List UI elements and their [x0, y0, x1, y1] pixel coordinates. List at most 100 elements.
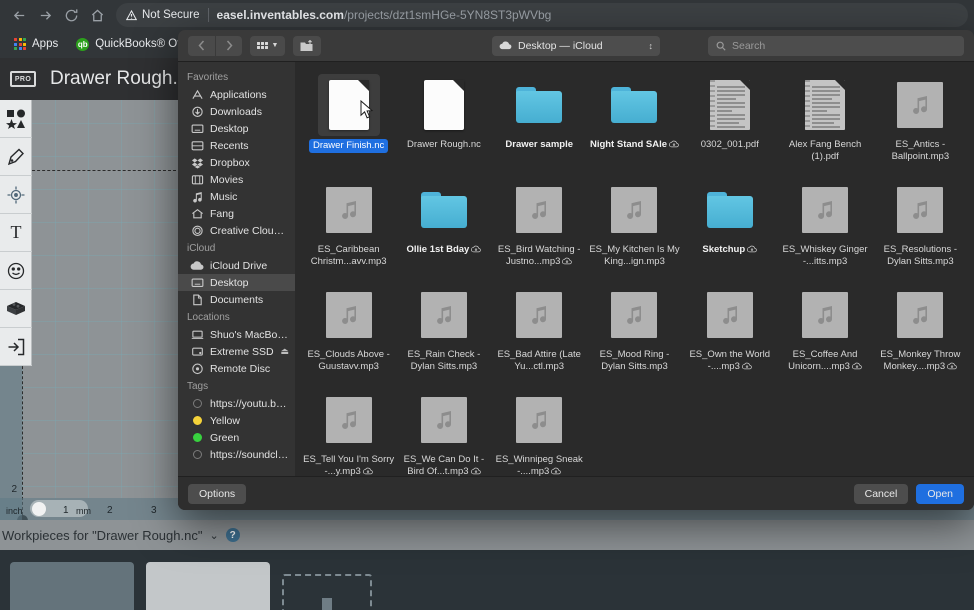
file-icon-wrapper[interactable] [413, 389, 475, 451]
file-item[interactable]: Drawer Finish.nc [301, 70, 396, 175]
file-icon-wrapper[interactable] [508, 179, 570, 241]
sidebar-item-https-soundclou[interactable]: https://soundclou [178, 446, 295, 463]
file-item[interactable]: ES_Bird Watching - Justno...mp3 [492, 175, 587, 280]
file-item[interactable]: ES_Mood Ring - Dylan Sitts.mp3 [587, 280, 682, 385]
options-button[interactable]: Options [188, 483, 247, 504]
file-item[interactable]: ES_Winnipeg Sneak -....mp3 [492, 385, 587, 476]
workpiece-thumbnail[interactable] [10, 562, 134, 610]
open-button[interactable]: Open [916, 483, 964, 504]
sidebar-item-desktop[interactable]: Desktop [178, 274, 295, 291]
view-mode-button[interactable]: ▼ [250, 35, 286, 56]
sidebar-item-creative-cloud-fil[interactable]: Creative Cloud Fil... [178, 222, 295, 239]
tool-target[interactable] [0, 176, 32, 214]
file-icon-wrapper[interactable] [603, 74, 665, 136]
tool-shapes[interactable] [0, 100, 32, 138]
sidebar-item-https-youtu-be[interactable]: https://youtu.be/... [178, 395, 295, 412]
file-icon-wrapper[interactable] [699, 179, 761, 241]
help-icon[interactable]: ? [225, 528, 240, 542]
sidebar-item-fang[interactable]: Fang [178, 205, 295, 222]
tool-3d-block[interactable] [0, 290, 32, 328]
sidebar-item-dropbox[interactable]: Dropbox [178, 154, 295, 171]
sidebar-item-movies[interactable]: Movies [178, 171, 295, 188]
file-item[interactable]: ES_Tell You I'm Sorry -...y.mp3 [301, 385, 396, 476]
file-item[interactable]: ES_Whiskey Ginger -...itts.mp3 [777, 175, 872, 280]
file-item[interactable]: ES_Own the World -....mp3 [682, 280, 777, 385]
file-item[interactable]: Ollie 1st Bday [396, 175, 491, 280]
file-icon-wrapper[interactable] [413, 284, 475, 346]
file-icon-wrapper[interactable] [699, 74, 761, 136]
tool-text[interactable]: T [0, 214, 32, 252]
file-grid[interactable]: Drawer Finish.nc Drawer Rough.nc Drawer sa… [295, 62, 974, 476]
tool-emoji[interactable] [0, 252, 32, 290]
location-popup-button[interactable]: Desktop — iCloud ↕ [492, 35, 660, 56]
sidebar-item-applications[interactable]: Applications [178, 86, 295, 103]
file-item[interactable]: ES_Antics - Ballpoint.mp3 [873, 70, 968, 175]
file-icon-wrapper[interactable] [318, 284, 380, 346]
file-item[interactable]: 0302_001.pdf [682, 70, 777, 175]
workpiece-thumbnail[interactable] [146, 562, 270, 610]
file-icon-wrapper[interactable] [318, 389, 380, 451]
file-icon-wrapper[interactable] [794, 284, 856, 346]
tool-pen[interactable] [0, 138, 32, 176]
file-item[interactable]: Night Stand SAle [587, 70, 682, 175]
file-item[interactable]: ES_Clouds Above - Guustavv.mp3 [301, 280, 396, 385]
add-workpiece-button[interactable] [282, 574, 372, 610]
dialog-forward-button[interactable] [215, 35, 242, 56]
sidebar-item-label: https://soundclou [210, 448, 289, 461]
sidebar-item-downloads[interactable]: Downloads [178, 103, 295, 120]
sidebar-item-remote-disc[interactable]: Remote Disc [178, 360, 295, 377]
cancel-button[interactable]: Cancel [853, 483, 909, 504]
file-item[interactable]: ES_We Can Do It - Bird Of...t.mp3 [396, 385, 491, 476]
music-icon [190, 190, 204, 203]
eject-icon[interactable]: ⏏ [280, 346, 289, 357]
sidebar-item-documents[interactable]: Documents [178, 291, 295, 308]
url-bar[interactable]: Not Secure easel.inventables.com /projec… [116, 3, 968, 27]
music-note-icon [532, 306, 547, 324]
sidebar-item-recents[interactable]: Recents [178, 137, 295, 154]
file-item[interactable]: ES_Caribbean Christm...avv.mp3 [301, 175, 396, 280]
dialog-back-button[interactable] [188, 35, 215, 56]
file-icon-wrapper[interactable] [699, 284, 761, 346]
search-field[interactable]: Search [708, 35, 964, 56]
file-item[interactable]: Drawer Rough.nc [396, 70, 491, 175]
emoji-icon [7, 262, 25, 279]
file-icon-wrapper[interactable] [508, 389, 570, 451]
group-by-button[interactable] [293, 35, 322, 56]
file-icon-wrapper[interactable] [794, 74, 856, 136]
tool-import[interactable] [0, 328, 32, 366]
file-icon-wrapper[interactable] [603, 179, 665, 241]
file-item[interactable]: Drawer sample [492, 70, 587, 175]
file-item[interactable]: Alex Fang Bench (1).pdf [777, 70, 872, 175]
file-item[interactable]: ES_Coffee And Unicorn....mp3 [777, 280, 872, 385]
unit-toggle-knob[interactable] [32, 501, 46, 516]
sidebar-item-extreme-ssd[interactable]: Extreme SSD ⏏ [178, 343, 295, 360]
file-icon-wrapper[interactable] [889, 179, 951, 241]
file-icon-wrapper[interactable] [794, 179, 856, 241]
reload-button[interactable] [58, 2, 84, 28]
home-button[interactable] [84, 2, 110, 28]
sidebar-item-yellow[interactable]: Yellow [178, 412, 295, 429]
file-item[interactable]: ES_My Kitchen Is My King...ign.mp3 [587, 175, 682, 280]
file-item[interactable]: ES_Monkey Throw Monkey....mp3 [873, 280, 968, 385]
file-item[interactable]: ES_Resolutions - Dylan Sitts.mp3 [873, 175, 968, 280]
file-icon-wrapper[interactable] [508, 74, 570, 136]
file-icon-wrapper[interactable] [413, 179, 475, 241]
sidebar-item-icloud-drive[interactable]: iCloud Drive [178, 257, 295, 274]
sidebar-item-shuo-s-macbook[interactable]: Shuo's MacBook... [178, 326, 295, 343]
file-icon-wrapper[interactable] [889, 284, 951, 346]
file-icon-wrapper[interactable] [413, 74, 475, 136]
sidebar-item-music[interactable]: Music [178, 188, 295, 205]
bookmark-apps[interactable]: Apps [8, 36, 64, 52]
file-icon-wrapper[interactable] [508, 284, 570, 346]
forward-button[interactable] [32, 2, 58, 28]
sidebar-item-desktop[interactable]: Desktop [178, 120, 295, 137]
file-item[interactable]: Sketchup [682, 175, 777, 280]
file-icon-wrapper[interactable] [889, 74, 951, 136]
file-item[interactable]: ES_Bad Attire (Late Yu...ctl.mp3 [492, 280, 587, 385]
back-button[interactable] [6, 2, 32, 28]
file-item[interactable]: ES_Rain Check - Dylan Sitts.mp3 [396, 280, 491, 385]
sidebar-item-green[interactable]: Green [178, 429, 295, 446]
chevron-double-down-icon[interactable]: ⌄ [209, 529, 218, 542]
file-icon-wrapper[interactable] [603, 284, 665, 346]
file-icon-wrapper[interactable] [318, 179, 380, 241]
